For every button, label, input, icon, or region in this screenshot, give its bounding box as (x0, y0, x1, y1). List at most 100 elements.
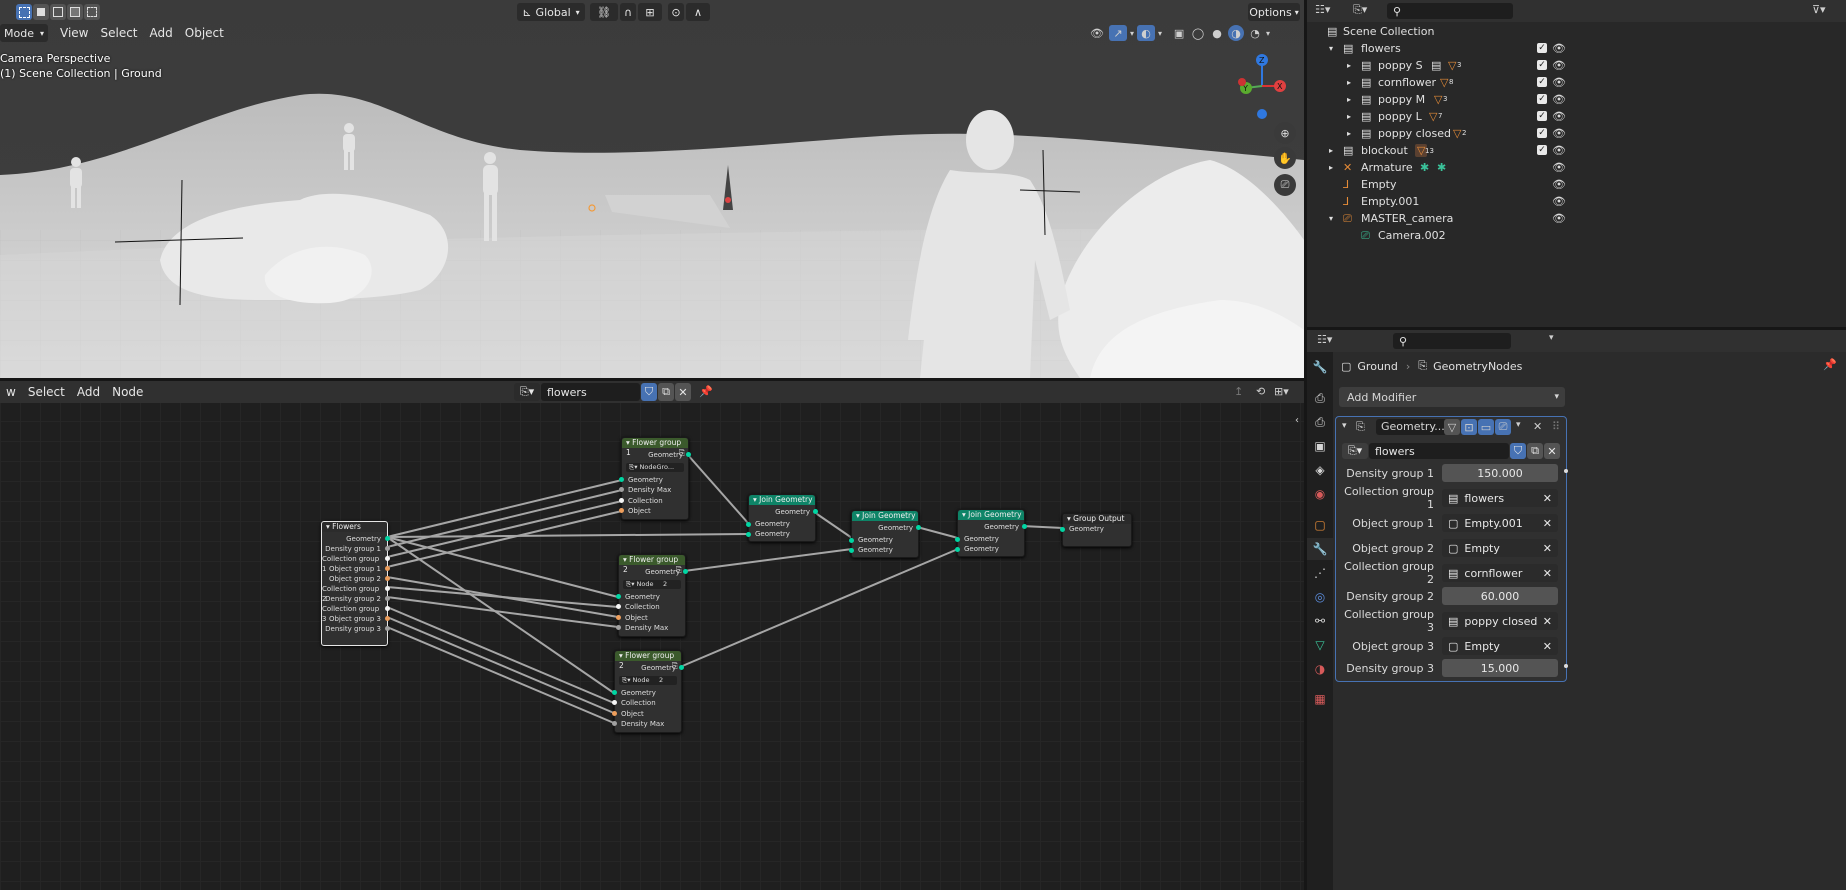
data-tab-icon[interactable]: ▽ (1307, 634, 1333, 656)
overlays-toggle-icon[interactable]: ◐ (1137, 25, 1156, 41)
outliner[interactable]: ☷▾ ⎘▾ ⚲ ⊽▾ ▤ Scene Collection ▾ ▤ flower… (1307, 0, 1846, 327)
geometry-socket[interactable] (385, 536, 390, 541)
exclude-checkbox[interactable]: ✓ (1537, 60, 1547, 70)
camera-view-button[interactable]: ⎚ (1274, 174, 1296, 196)
eye-icon[interactable]: 👁 (1552, 42, 1566, 55)
collection-group-2-input[interactable]: ▤ cornflower ✕ (1442, 564, 1558, 582)
realtime-toggle-icon[interactable]: ▭ (1478, 419, 1494, 435)
on-cage-toggle-icon[interactable]: ⊡ (1461, 419, 1477, 435)
exclude-checkbox[interactable]: ✓ (1537, 94, 1547, 104)
exclude-checkbox[interactable]: ✓ (1537, 43, 1547, 53)
eye-icon[interactable]: 👁 (1552, 195, 1566, 208)
node-editor[interactable]: w Select Add Node ⎘▾ flowers ⛉ ⧉ ✕ 📌 ↥ ⟲… (0, 381, 1304, 890)
chevron-down-icon[interactable]: ▾ (1158, 29, 1162, 38)
tool-tab-icon[interactable]: 🔧 (1307, 356, 1333, 378)
geometry-socket[interactable] (746, 522, 751, 527)
render-tab-icon[interactable]: ⎙ (1307, 387, 1333, 409)
close-icon[interactable]: ✕ (1543, 542, 1552, 555)
collection-socket[interactable] (619, 498, 624, 503)
menu-object[interactable]: Object (179, 24, 230, 42)
object-group-3-input[interactable]: ▢ Empty ✕ (1442, 637, 1558, 655)
viewport-scene[interactable] (0, 0, 1304, 378)
duplicate-node-group-button[interactable]: ⧉ (1527, 443, 1543, 459)
geometry-socket[interactable] (813, 509, 818, 514)
select-invert-button[interactable] (67, 4, 83, 20)
select-intersect-button[interactable] (84, 4, 100, 20)
chevron-down-icon[interactable]: ▾ (1329, 214, 1333, 223)
node-group-output[interactable]: ▾ Group Output Geometry (1060, 513, 1132, 547)
eye-icon[interactable]: 👁 (1552, 144, 1566, 157)
node-group-browse-button[interactable]: ⎘▾ (1342, 443, 1368, 459)
float-socket[interactable] (612, 721, 617, 726)
chevron-right-icon[interactable]: ▸ (1347, 61, 1351, 70)
material-tab-icon[interactable]: ◑ (1307, 658, 1333, 680)
edit-mode-toggle-icon[interactable]: ▽ (1444, 419, 1460, 435)
physics-tab-icon[interactable]: ◎ (1307, 586, 1333, 608)
density-group-3-input[interactable]: 15.000 (1442, 659, 1558, 677)
chevron-down-icon[interactable]: ▾ (1130, 29, 1134, 38)
pivot-point-dropdown[interactable]: ⛓ (590, 3, 618, 21)
float-socket[interactable] (385, 546, 390, 551)
render-toggle-icon[interactable]: ⎚ (1495, 419, 1511, 435)
navigation-gizmo[interactable]: Z Y X (1232, 52, 1292, 122)
geometry-socket[interactable] (916, 525, 921, 530)
geometry-socket[interactable] (849, 538, 854, 543)
add-modifier-dropdown[interactable]: Add Modifier ▾ (1339, 387, 1565, 407)
falloff-dropdown[interactable]: ∧ (686, 3, 710, 21)
display-mode-icon[interactable]: ⎘▾ (1353, 3, 1367, 17)
world-tab-icon[interactable]: ◉ (1307, 483, 1333, 505)
outliner-row-poppy-s[interactable]: ▸ ▤ poppy S ▤ ▽ 3 ✓ 👁 (1307, 57, 1846, 74)
collection-group-1-input[interactable]: ▤ flowers ✕ (1442, 489, 1558, 507)
chevron-down-icon[interactable]: ▾ (1329, 44, 1333, 53)
select-extend-button[interactable] (33, 4, 49, 20)
fake-user-toggle[interactable]: ⛉ (1510, 443, 1526, 459)
material-shading-icon[interactable]: ◑ (1228, 25, 1245, 41)
menu-select[interactable]: Select (94, 24, 143, 42)
unlink-node-group-button[interactable]: ✕ (1544, 443, 1560, 459)
close-icon[interactable]: ✕ (1543, 615, 1552, 628)
outliner-row-empty-001[interactable]: ⅃ Empty.001 👁 (1307, 193, 1846, 210)
outliner-row-scene-collection[interactable]: ▤ Scene Collection (1307, 23, 1846, 40)
solid-shading-icon[interactable]: ● (1209, 27, 1225, 40)
exclude-checkbox[interactable]: ✓ (1537, 111, 1547, 121)
constraints-tab-icon[interactable]: ⚯ (1307, 610, 1333, 632)
collection-socket[interactable] (616, 604, 621, 609)
geometry-socket[interactable] (679, 665, 684, 670)
exclude-checkbox[interactable]: ✓ (1537, 128, 1547, 138)
pin-icon[interactable]: 📌 (1823, 358, 1837, 371)
chevron-right-icon[interactable]: ▸ (1329, 163, 1333, 172)
node-tree-selector[interactable]: ⎘▾ Node 2 (623, 580, 681, 589)
outliner-row-cornflower[interactable]: ▸ ▤ cornflower ▽ 8 ✓ 👁 (1307, 74, 1846, 91)
snap-target-dropdown[interactable]: ⊞ (638, 3, 662, 21)
editor-type-icon[interactable]: ☷▾ (1315, 3, 1330, 16)
geometry-socket[interactable] (612, 690, 617, 695)
chevron-right-icon[interactable]: ▸ (1329, 146, 1333, 155)
chevron-down-icon[interactable]: ▾ (1342, 421, 1347, 431)
node-flower-group-2[interactable]: ▾ Flower group 2 ⎘ Geometry ⎘▾ Node 2 Geom… (616, 554, 688, 637)
snap-toggle[interactable]: ∩ (620, 3, 636, 21)
node-join-geometry[interactable]: ▾ Join Geometry Geometry Geometry Geomet… (849, 510, 921, 558)
object-socket[interactable] (619, 508, 624, 513)
properties-search-input[interactable]: ⚲ (1393, 333, 1511, 349)
outliner-row-empty[interactable]: ⅃ Empty 👁 (1307, 176, 1846, 193)
float-socket[interactable] (619, 487, 624, 492)
filter-icon[interactable]: ⊽▾ (1812, 3, 1826, 16)
object-socket[interactable] (385, 576, 390, 581)
eye-icon[interactable]: 👁 (1552, 212, 1566, 225)
collection-socket[interactable] (612, 700, 617, 705)
chevron-down-icon[interactable]: ▾ (1516, 420, 1521, 430)
outliner-row-flowers[interactable]: ▾ ▤ flowers ✓ 👁 (1307, 40, 1846, 57)
float-socket[interactable] (385, 596, 390, 601)
geometry-socket[interactable] (616, 594, 621, 599)
object-socket[interactable] (385, 566, 390, 571)
density-group-1-input[interactable]: 150.000 (1442, 464, 1558, 482)
particles-tab-icon[interactable]: ⋰ (1307, 562, 1333, 584)
object-socket[interactable] (612, 711, 617, 716)
scene-tab-icon[interactable]: ◈ (1307, 459, 1333, 481)
geometry-socket[interactable] (955, 537, 960, 542)
float-socket[interactable] (385, 626, 390, 631)
chevron-right-icon[interactable]: ▸ (1347, 112, 1351, 121)
node-group-name-field[interactable]: flowers (1369, 443, 1509, 459)
wireframe-shading-icon[interactable]: ◯ (1190, 27, 1206, 40)
mode-dropdown[interactable]: Mode ▾ (0, 24, 48, 42)
